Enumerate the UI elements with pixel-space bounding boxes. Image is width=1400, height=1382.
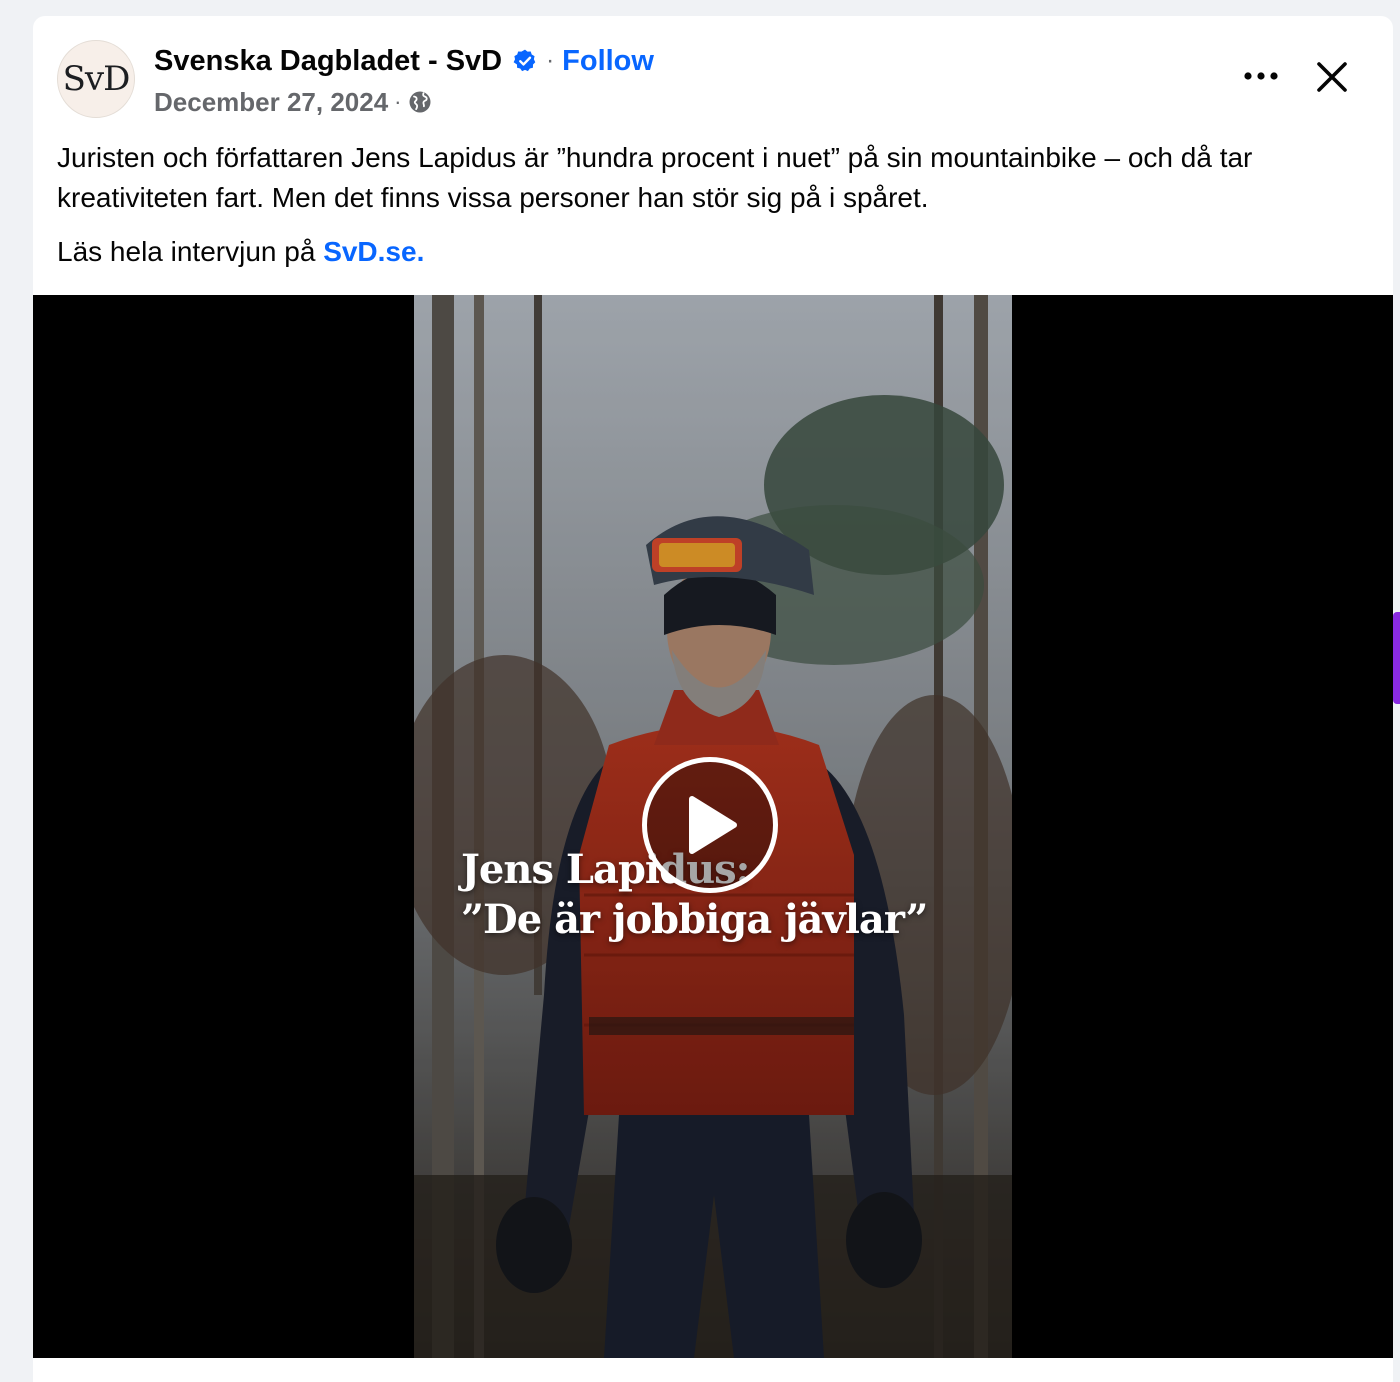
globe-icon[interactable] <box>408 90 432 114</box>
avatar-logo-text: SvD <box>62 59 131 99</box>
post-header: SvD Svenska Dagbladet - SvD · Follow Dec… <box>33 16 1393 136</box>
side-scroll-indicator <box>1393 612 1400 704</box>
post-message: Juristen och författaren Jens Lapidus är… <box>57 138 1367 218</box>
post-card: SvD Svenska Dagbladet - SvD · Follow Dec… <box>33 16 1393 1382</box>
post-message-text: Juristen och författaren Jens Lapidus är… <box>57 142 1253 213</box>
play-icon <box>689 796 737 854</box>
page-name-link[interactable]: Svenska Dagbladet - SvD <box>154 45 502 78</box>
post-date-link[interactable]: December 27, 2024 <box>154 87 388 118</box>
post-meta: December 27, 2024 · <box>154 84 432 120</box>
page-avatar[interactable]: SvD <box>57 40 135 118</box>
close-button[interactable] <box>1307 52 1357 102</box>
video-title-line-2: ”De är jobbiga jävlar” <box>461 896 928 943</box>
video-player[interactable]: Jens Lapidus: ”De är jobbiga jävlar” <box>33 295 1393 1358</box>
play-button[interactable] <box>642 757 778 893</box>
more-horizontal-icon <box>1244 72 1278 80</box>
close-icon <box>1317 62 1347 92</box>
post-footer-edge <box>33 1358 1393 1382</box>
read-more-prefix: Läs hela intervjun på <box>57 236 324 267</box>
read-more-line: Läs hela intervjun på SvD.se. <box>57 232 424 272</box>
follow-button[interactable]: Follow <box>562 45 654 78</box>
author-row: Svenska Dagbladet - SvD · Follow <box>154 42 654 80</box>
meta-separator: · <box>394 89 402 114</box>
svd-link[interactable]: SvD.se. <box>323 236 424 267</box>
verified-badge-icon <box>512 48 538 74</box>
follow-separator: · <box>546 47 555 74</box>
more-options-button[interactable] <box>1233 54 1289 98</box>
